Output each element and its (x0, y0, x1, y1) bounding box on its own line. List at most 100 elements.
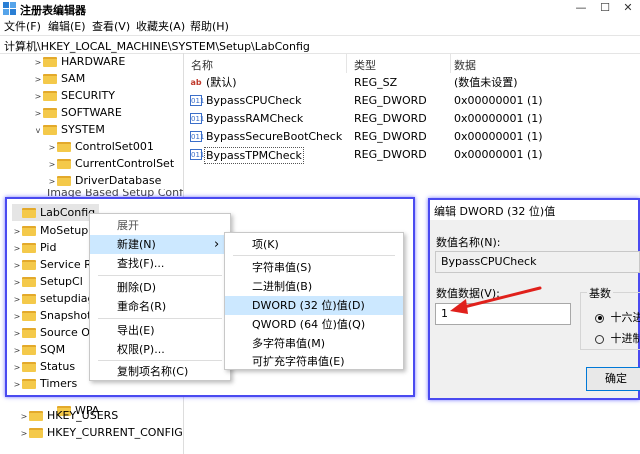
chevron-right-icon[interactable]: > (12, 257, 22, 274)
menu-view[interactable]: 查看(V) (92, 18, 130, 34)
folder-icon (22, 345, 36, 355)
chevron-right-icon[interactable]: > (12, 359, 22, 376)
tree-item[interactable]: > SetupCl (12, 273, 83, 290)
chevron-right-icon[interactable]: > (12, 240, 22, 257)
value-data: 0x00000001 (1) (454, 94, 543, 107)
tree-item-label: DriverDatabase (75, 174, 162, 187)
chevron-right-icon[interactable]: > (12, 274, 22, 291)
folder-icon (57, 142, 71, 152)
column-divider[interactable] (450, 53, 451, 73)
base-label: 基数 (587, 285, 613, 301)
menu-favorites[interactable]: 收藏夹(A) (136, 18, 185, 34)
folder-icon (22, 311, 36, 321)
close-button[interactable]: ✕ (617, 0, 639, 17)
menu-help[interactable]: 帮助(H) (190, 18, 229, 34)
chevron-right-icon[interactable]: > (19, 408, 29, 425)
tree-item[interactable]: > HARDWARE (33, 53, 126, 71)
address-bar[interactable]: 计算机\HKEY_LOCAL_MACHINE\SYSTEM\Setup\LabC… (0, 35, 640, 54)
radio-unselected-icon[interactable] (595, 334, 604, 344)
column-header-data[interactable]: 数据 (454, 57, 476, 73)
minimize-button[interactable]: — (570, 0, 592, 17)
tree-item[interactable]: > Pid (12, 239, 57, 257)
value-data: (数值未设置) (454, 76, 518, 89)
value-row[interactable]: 011 BypassSecureBootCheck REG_DWORD 0x00… (186, 128, 640, 146)
value-name: (默认) (206, 76, 237, 89)
folder-icon (43, 91, 57, 101)
tree-item[interactable]: > CurrentControlSet (47, 155, 175, 173)
chevron-right-icon[interactable]: > (12, 308, 22, 325)
value-type: REG_DWORD (354, 112, 427, 125)
folder-icon (22, 208, 36, 218)
tree-item-labconfig[interactable]: LabConfig (12, 204, 100, 221)
tree-item-label: SYSTEM (61, 123, 105, 136)
address-path[interactable]: 计算机\HKEY_LOCAL_MACHINE\SYSTEM\Setup\LabC… (4, 38, 310, 54)
tree-item[interactable]: > Source OS (12, 324, 97, 341)
dialog-title: 编辑 DWORD (32 位)值 (434, 205, 556, 218)
chevron-down-icon[interactable]: v (33, 122, 43, 139)
folder-icon (29, 428, 43, 438)
chevron-right-icon[interactable]: > (12, 376, 22, 393)
tree-item[interactable]: v SYSTEM (33, 121, 105, 138)
chevron-right-icon[interactable]: > (12, 325, 22, 342)
folder-icon (22, 260, 36, 270)
menu-file[interactable]: 文件(F) (4, 18, 41, 34)
value-name-field[interactable]: BypassCPUCheck (435, 251, 640, 273)
value-type: REG_DWORD (354, 94, 427, 107)
value-data: 0x00000001 (1) (454, 148, 543, 161)
chevron-right-icon[interactable]: > (19, 425, 29, 442)
tree-item-label: SECURITY (61, 89, 115, 102)
tree-item[interactable]: > DriverDatabase (47, 172, 162, 190)
tree-item-label: SQM (40, 343, 66, 356)
dword-value-icon: 011 (190, 95, 205, 106)
chevron-right-icon[interactable]: > (12, 291, 22, 308)
tree-item[interactable]: > SOFTWARE (33, 104, 122, 121)
value-row[interactable]: 011 BypassCPUCheck REG_DWORD 0x00000001 … (186, 92, 640, 110)
tree-item[interactable]: > setupdiag (12, 290, 95, 307)
maximize-button[interactable]: ☐ (594, 0, 616, 17)
title-bar: 注册表编辑器 — ☐ ✕ (0, 0, 640, 17)
chevron-right-icon[interactable]: > (12, 342, 22, 359)
tree-item-label: Pid (40, 241, 57, 254)
tree-item[interactable]: > HKEY_USERS (19, 407, 119, 425)
tree-item-label: SOFTWARE (61, 106, 122, 119)
chevron-right-icon[interactable]: > (47, 139, 57, 156)
tree-item[interactable]: > ControlSet001 (47, 138, 154, 155)
tree-item[interactable]: > Snapshot (12, 307, 92, 325)
tree-item[interactable]: > Service Re (12, 256, 98, 273)
radio-dec[interactable]: 十进制 (595, 330, 640, 346)
tree-item[interactable]: > HKEY_CURRENT_CONFIG (19, 424, 183, 441)
chevron-right-icon[interactable]: > (33, 88, 43, 105)
radio-hex[interactable]: 十六进制 (595, 309, 640, 325)
menu-edit[interactable]: 编辑(E) (48, 18, 86, 34)
tree-item[interactable]: > SQM (12, 341, 66, 359)
folder-icon (57, 159, 71, 169)
value-row[interactable]: ab (默认) REG_SZ (数值未设置) (186, 74, 640, 92)
tree-item-label: LabConfig (40, 206, 96, 219)
chevron-right-icon[interactable]: > (47, 173, 57, 190)
tree-item[interactable]: > SECURITY (33, 87, 115, 104)
column-header-type[interactable]: 类型 (354, 57, 376, 73)
menu-bar: 文件(F) 编辑(E) 查看(V) 收藏夹(A) 帮助(H) (0, 17, 640, 34)
folder-icon (57, 176, 71, 186)
tree-item[interactable]: > SAM (33, 70, 86, 88)
column-divider[interactable] (346, 53, 347, 73)
chevron-right-icon[interactable]: > (33, 105, 43, 122)
ok-button[interactable]: 确定 (586, 367, 640, 391)
column-header-name[interactable]: 名称 (191, 57, 213, 73)
tree-item[interactable]: > Status (12, 358, 75, 375)
value-row[interactable]: 011 BypassRAMCheck REG_DWORD 0x00000001 … (186, 110, 640, 128)
radio-selected-icon[interactable] (595, 313, 604, 323)
tree-item-label: MoSetup (40, 224, 89, 237)
value-data: 0x00000001 (1) (454, 130, 543, 143)
chevron-right-icon[interactable]: > (47, 156, 57, 173)
chevron-right-icon[interactable]: > (33, 71, 43, 88)
tree-item[interactable]: > MoSetup (12, 222, 89, 240)
folder-icon (22, 362, 36, 372)
chevron-right-icon[interactable]: > (12, 223, 22, 240)
folder-icon (22, 277, 36, 287)
dword-value-icon: 011 (190, 131, 205, 142)
folder-icon (22, 294, 36, 304)
chevron-right-icon[interactable]: > (33, 54, 43, 71)
tree-item[interactable]: > Timers (12, 375, 78, 393)
value-row[interactable]: 011 BypassTPMCheck REG_DWORD 0x00000001 … (186, 146, 640, 164)
